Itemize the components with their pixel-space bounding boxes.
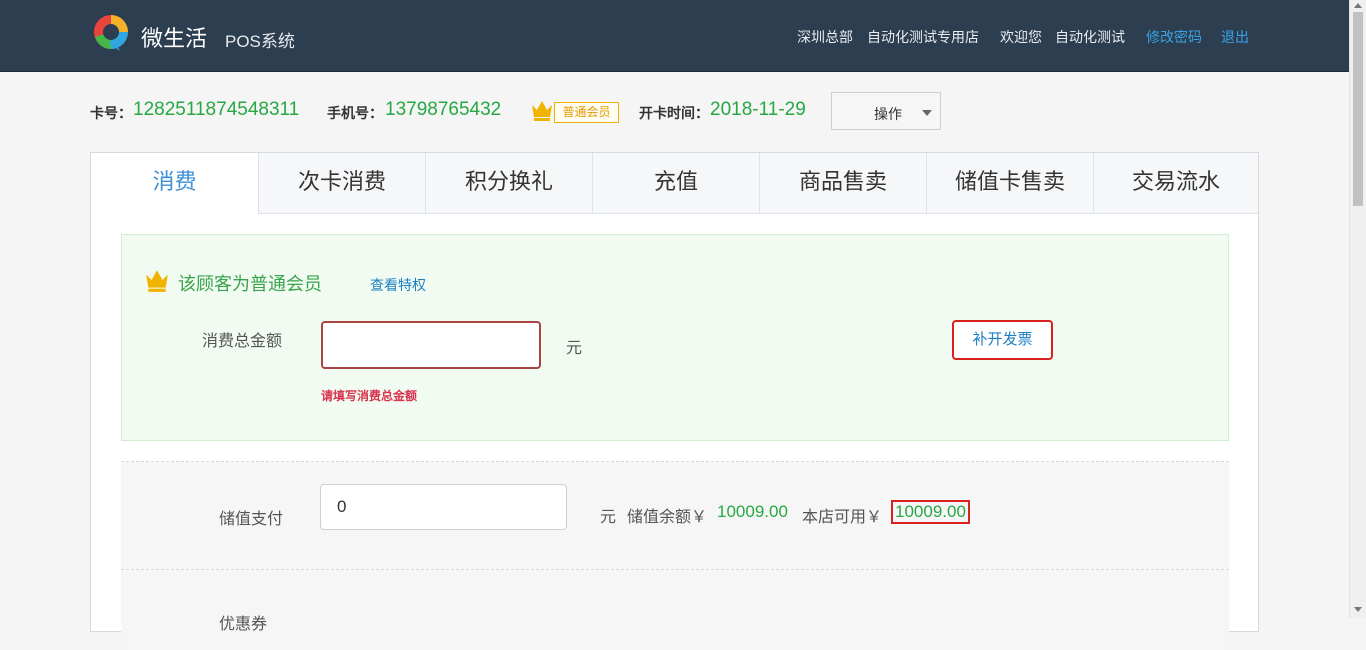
main-panel: 消费 次卡消费 积分换礼 充值 商品售卖 储值卡售卖 交易流水 该顾客为普通会员… <box>90 152 1259 650</box>
chevron-down-icon <box>922 110 932 116</box>
consume-form: 该顾客为普通会员 查看特权 消费总金额 元 请填写消费总金额 补开发票 <box>121 234 1229 441</box>
card-number: 1282511874548311 <box>133 99 300 120</box>
scroll-down-icon[interactable] <box>1354 607 1362 612</box>
total-amount-error: 请填写消费总金额 <box>321 389 418 403</box>
total-unit: 元 <box>566 338 583 357</box>
balance-label: 储值余额￥ <box>627 507 708 526</box>
coupon-row: 优惠券 <box>121 570 1229 650</box>
change-password-link[interactable]: 修改密码 <box>1146 27 1202 47</box>
member-level-badge: 普通会员 <box>554 102 619 123</box>
tab-recharge[interactable]: 充值 <box>593 153 760 213</box>
stored-balance: 10009.00 <box>717 502 788 521</box>
total-amount-input[interactable] <box>321 321 541 369</box>
top-header: 微生活 POS系统 深圳总部 自动化测试专用店 欢迎您 自动化测试 修改密码 退… <box>0 0 1349 72</box>
tab-consume[interactable]: 消费 <box>91 153 259 214</box>
tab-times-card[interactable]: 次卡消费 <box>259 153 426 213</box>
scroll-thumb[interactable] <box>1353 12 1363 206</box>
open-date-label: 开卡时间： <box>639 105 709 121</box>
open-date: 2018-11-29 <box>710 99 806 120</box>
crown-icon <box>532 101 552 121</box>
reissue-invoice-button[interactable]: 补开发票 <box>952 320 1053 360</box>
stored-payment-input[interactable]: 0 <box>320 484 567 530</box>
tab-points-gift[interactable]: 积分换礼 <box>426 153 593 213</box>
view-privilege-link[interactable]: 查看特权 <box>370 275 426 295</box>
operation-label: 操作 <box>874 106 902 122</box>
page-scrollbar[interactable] <box>1349 0 1366 618</box>
scroll-up-icon[interactable] <box>1354 3 1362 8</box>
coupon-label: 优惠券 <box>219 614 268 633</box>
phone-number: 13798765432 <box>385 99 502 120</box>
card-number-label: 卡号： <box>90 105 132 121</box>
tab-stored-card-sale[interactable]: 储值卡售卖 <box>927 153 1094 213</box>
tab-bar: 消费 次卡消费 积分换礼 充值 商品售卖 储值卡售卖 交易流水 <box>91 153 1258 214</box>
brand-logo-icon <box>94 15 128 51</box>
store-group: 深圳总部 <box>797 29 853 45</box>
logout-link[interactable]: 退出 <box>1221 27 1249 47</box>
username: 自动化测试 <box>1055 29 1125 45</box>
member-level-note: 该顾客为普通会员 <box>178 274 322 295</box>
operation-dropdown[interactable]: 操作 <box>831 92 941 130</box>
system-name: POS系统 <box>225 32 295 51</box>
stored-payment-label: 储值支付 <box>219 509 284 528</box>
available-label: 本店可用￥ <box>802 507 883 526</box>
stored-payment-row: 储值支付 0 元 储值余额￥ 10009.00 本店可用￥ 10009.00 <box>121 462 1229 569</box>
welcome-text: 欢迎您 <box>1000 29 1042 45</box>
store-available-balance: 10009.00 <box>891 500 970 524</box>
store-name: 自动化测试专用店 <box>867 29 979 45</box>
tab-goods-sale[interactable]: 商品售卖 <box>760 153 927 213</box>
tab-transactions[interactable]: 交易流水 <box>1094 153 1258 213</box>
stored-unit: 元 <box>600 507 617 526</box>
total-amount-label: 消费总金额 <box>202 331 283 350</box>
brand-name: 微生活 <box>141 26 208 51</box>
phone-label: 手机号： <box>327 105 383 121</box>
crown-icon <box>146 270 168 292</box>
